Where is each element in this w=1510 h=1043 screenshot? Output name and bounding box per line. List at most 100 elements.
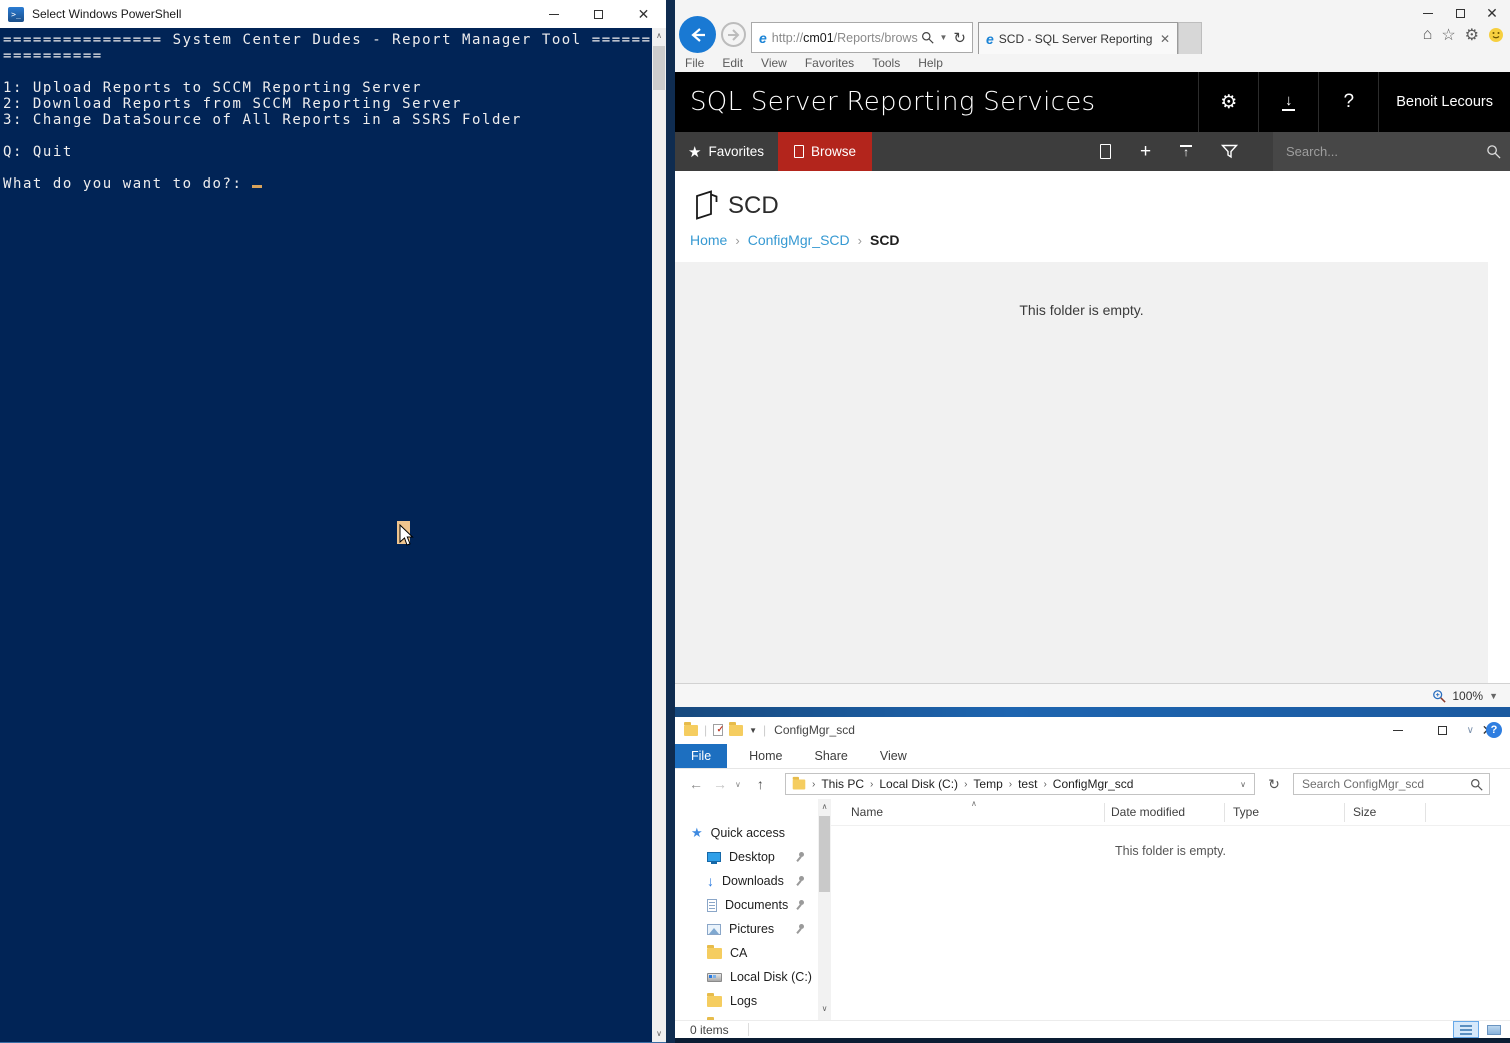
ssrs-settings-button[interactable]: ⚙	[1198, 72, 1258, 132]
refresh-icon[interactable]: ↻	[953, 29, 966, 47]
column-separator[interactable]	[1425, 803, 1426, 822]
qat-dropdown-icon[interactable]: ▼	[749, 726, 757, 735]
tiles-view-icon[interactable]	[1100, 144, 1111, 159]
zoom-dropdown-icon[interactable]: ▼	[1489, 691, 1498, 701]
settings-gear-icon[interactable]: ⚙	[1465, 25, 1479, 45]
empty-folder-message: This folder is empty.	[831, 844, 1510, 858]
powershell-icon: >_	[8, 7, 24, 22]
scroll-down-icon[interactable]: ∨	[652, 1026, 666, 1042]
scrollbar-thumb[interactable]	[653, 46, 665, 90]
new-folder-icon[interactable]	[729, 725, 743, 736]
address-crumb[interactable]: test	[1018, 777, 1037, 791]
ssrs-browse-tab[interactable]: Browse	[778, 132, 872, 171]
menu-item-tools[interactable]: Tools	[872, 56, 900, 70]
sidebar-item-quick-access[interactable]: Quick access	[675, 821, 818, 845]
minimize-button[interactable]	[1375, 717, 1420, 743]
details-view-button[interactable]	[1453, 1021, 1479, 1038]
maximize-button[interactable]	[1420, 717, 1465, 743]
new-tab-button[interactable]	[1178, 22, 1202, 54]
minimize-button[interactable]	[1412, 2, 1444, 24]
forward-button[interactable]	[721, 22, 746, 47]
address-crumb[interactable]: This PC	[821, 777, 864, 791]
upload-icon[interactable]: ↑	[1180, 145, 1192, 158]
ribbon-tab-share[interactable]: Share	[799, 744, 864, 768]
menu-item-edit[interactable]: Edit	[722, 56, 743, 70]
filter-icon[interactable]	[1221, 144, 1238, 159]
maximize-button[interactable]	[576, 0, 621, 28]
column-header-type[interactable]: Type	[1233, 805, 1259, 819]
refresh-icon[interactable]: ↻	[1263, 773, 1285, 795]
back-button[interactable]	[679, 16, 716, 53]
powershell-scrollbar[interactable]: ∧ ∨	[652, 28, 666, 1042]
address-crumb[interactable]: Local Disk (C:)	[879, 777, 958, 791]
favorites-star-icon[interactable]: ☆	[1441, 25, 1455, 45]
menu-item-favorites[interactable]: Favorites	[805, 56, 854, 70]
explorer-search-input[interactable]	[1294, 777, 1454, 791]
url-host: cm01	[803, 31, 834, 45]
scrollbar-thumb[interactable]	[819, 816, 830, 892]
close-button[interactable]: ✕	[621, 0, 666, 28]
column-header-date-modified[interactable]: Date modified	[1111, 805, 1185, 819]
address-bar[interactable]: e http://cm01/Reports/brows ▼ ↻	[751, 22, 973, 53]
properties-icon[interactable]	[713, 724, 723, 736]
breadcrumb-home[interactable]: Home	[690, 232, 727, 248]
minimize-button[interactable]	[531, 0, 576, 28]
feedback-smiley-icon[interactable]	[1488, 27, 1504, 43]
zoom-control[interactable]: 100% ▼	[1432, 684, 1498, 708]
ribbon-tab-view[interactable]: View	[864, 744, 923, 768]
explorer-titlebar: | ▼ | ConfigMgr_scd ✕	[675, 717, 1510, 743]
column-separator[interactable]	[1224, 803, 1225, 822]
sidebar-item-partial[interactable]	[675, 1013, 818, 1020]
explorer-help-icon[interactable]: ?	[1486, 722, 1502, 738]
user-menu[interactable]: Benoit Lecours	[1378, 72, 1510, 132]
address-crumb[interactable]: ConfigMgr_scd	[1053, 777, 1134, 791]
scroll-up-icon[interactable]: ∧	[818, 799, 831, 814]
new-item-icon[interactable]: +	[1140, 144, 1151, 160]
sidebar-item-pictures[interactable]: Pictures	[675, 917, 818, 941]
address-breadcrumb-box[interactable]: ›This PC›Local Disk (C:)›Temp›test›Confi…	[785, 773, 1255, 795]
thumbnails-view-button[interactable]	[1481, 1021, 1507, 1038]
back-arrow-icon[interactable]: ←	[689, 776, 703, 792]
menu-item-view[interactable]: View	[761, 56, 787, 70]
powershell-console[interactable]: ================ System Center Dudes - R…	[0, 28, 666, 1042]
history-dropdown-icon[interactable]: ∨	[735, 780, 741, 789]
ssrs-search-box[interactable]	[1273, 132, 1510, 171]
sidebar-scrollbar[interactable]: ∧ ∨	[818, 799, 831, 1020]
home-icon[interactable]: ⌂	[1423, 26, 1433, 44]
empty-folder-message: This folder is empty.	[675, 302, 1488, 318]
sidebar-item-desktop[interactable]: Desktop	[675, 845, 818, 869]
scroll-up-icon[interactable]: ∧	[652, 28, 666, 44]
menu-item-help[interactable]: Help	[918, 56, 943, 70]
ssrs-search-input[interactable]	[1273, 144, 1453, 159]
ribbon-expand-icon[interactable]: ∨	[1467, 725, 1474, 736]
ssrs-download-button[interactable]: ↓	[1258, 72, 1318, 132]
scroll-down-icon[interactable]: ∨	[818, 1001, 831, 1016]
ssrs-help-button[interactable]: ?	[1318, 72, 1378, 132]
column-header-name[interactable]: Name	[851, 805, 883, 819]
gear-icon: ⚙	[1220, 91, 1237, 114]
column-separator[interactable]	[1104, 803, 1105, 822]
column-header-size[interactable]: Size	[1353, 805, 1376, 819]
ribbon-tab-home[interactable]: Home	[733, 744, 798, 768]
ribbon-tab-file[interactable]: File	[675, 744, 727, 768]
sidebar-item-downloads[interactable]: Downloads	[675, 869, 818, 893]
sidebar-item-logs[interactable]: Logs	[675, 989, 818, 1013]
ssrs-favorites-tab[interactable]: ★ Favorites	[688, 132, 764, 171]
search-icon[interactable]	[921, 31, 934, 44]
column-separator[interactable]	[1344, 803, 1345, 822]
address-dropdown-icon[interactable]: ∨	[1240, 780, 1246, 789]
browser-tab[interactable]: e SCD - SQL Server Reporting... ✕	[978, 22, 1178, 54]
close-button[interactable]: ✕	[1476, 2, 1508, 24]
maximize-button[interactable]	[1444, 2, 1476, 24]
tab-close-icon[interactable]: ✕	[1153, 32, 1177, 46]
breadcrumb-configmgr_scd[interactable]: ConfigMgr_SCD	[748, 232, 850, 248]
menu-item-file[interactable]: File	[685, 56, 704, 70]
sidebar-item-documents[interactable]: Documents	[675, 893, 818, 917]
explorer-search-box[interactable]	[1293, 773, 1490, 795]
address-dropdown-icon[interactable]: ▼	[940, 33, 948, 42]
forward-arrow-icon[interactable]: →	[713, 776, 727, 792]
sidebar-item-ca[interactable]: CA	[675, 941, 818, 965]
address-crumb[interactable]: Temp	[973, 777, 1002, 791]
up-arrow-icon[interactable]: ↑	[757, 776, 764, 792]
sidebar-item-local-disk-c-[interactable]: Local Disk (C:)	[675, 965, 818, 989]
